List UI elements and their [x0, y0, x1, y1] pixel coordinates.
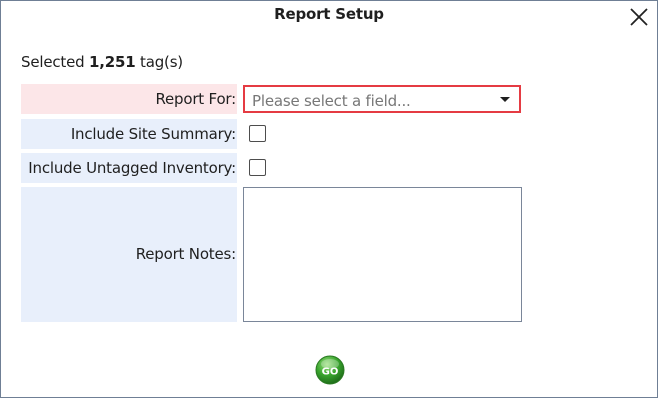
selection-summary: Selected 1,251 tag(s) — [21, 53, 183, 71]
report-for-label: Report For: — [155, 90, 236, 108]
selection-count: 1,251 — [89, 53, 136, 71]
untagged-inventory-checkbox[interactable] — [249, 159, 266, 176]
site-summary-label-cell: Include Site Summary: — [21, 119, 237, 149]
site-summary-label: Include Site Summary: — [70, 125, 236, 143]
report-notes-label-cell: Report Notes: — [21, 187, 237, 322]
site-summary-checkbox[interactable] — [249, 125, 266, 142]
untagged-inventory-label: Include Untagged Inventory: — [28, 159, 236, 177]
chevron-down-icon[interactable] — [500, 97, 510, 102]
go-button[interactable]: GO — [315, 355, 345, 385]
untagged-inventory-label-cell: Include Untagged Inventory: — [21, 153, 237, 183]
report-for-select[interactable]: Please select a field... — [243, 85, 521, 113]
report-notes-label: Report Notes: — [135, 245, 236, 263]
report-for-placeholder: Please select a field... — [252, 92, 411, 110]
selection-prefix: Selected — [21, 53, 85, 71]
close-icon[interactable] — [625, 3, 653, 31]
dialog-title: Report Setup — [274, 5, 384, 23]
report-setup-dialog: Report Setup Selected 1,251 tag(s) Repor… — [0, 0, 658, 398]
report-for-label-cell: Report For: — [21, 84, 237, 114]
go-button-label: GO — [322, 367, 339, 378]
selection-suffix: tag(s) — [140, 53, 183, 71]
report-notes-textarea[interactable] — [243, 187, 522, 322]
